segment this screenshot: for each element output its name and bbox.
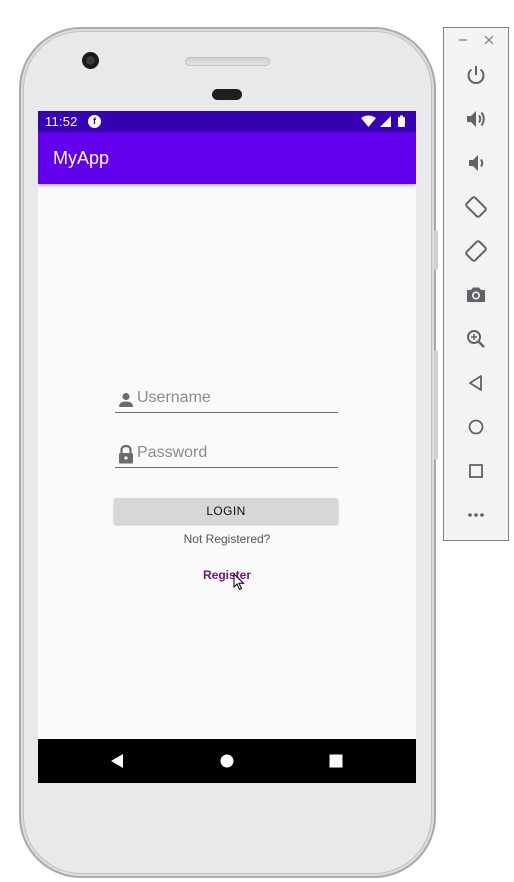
- camera-icon[interactable]: [464, 283, 488, 307]
- power-icon[interactable]: [464, 63, 488, 87]
- password-input[interactable]: [137, 441, 333, 465]
- recents-icon[interactable]: [329, 754, 343, 773]
- phone-chin: [38, 783, 416, 863]
- rotate-right-icon[interactable]: [464, 239, 488, 263]
- username-input[interactable]: [137, 386, 333, 410]
- username-field: [115, 386, 338, 413]
- status-bar: 11:52 f: [38, 111, 416, 132]
- phone-side-button-top: [434, 230, 438, 270]
- navigation-bar: [38, 739, 416, 783]
- home-icon[interactable]: [464, 415, 488, 439]
- emulator-toolbar: [443, 27, 509, 541]
- person-icon: [118, 392, 134, 413]
- volume-up-icon[interactable]: [464, 107, 488, 131]
- back-icon[interactable]: [110, 753, 124, 774]
- notification-app-icon: f: [88, 115, 101, 128]
- register-link[interactable]: Register: [38, 568, 416, 582]
- battery-icon: [398, 115, 405, 127]
- password-field: [115, 441, 338, 468]
- login-button[interactable]: LOGIN: [114, 498, 338, 524]
- status-time: 11:52: [45, 114, 78, 129]
- more-icon[interactable]: [464, 503, 488, 527]
- mouse-cursor-icon: [233, 572, 245, 596]
- status-icons: [361, 115, 409, 128]
- lock-icon: [118, 444, 134, 469]
- minimize-icon[interactable]: [458, 34, 468, 48]
- zoom-icon[interactable]: [464, 327, 488, 351]
- back-icon[interactable]: [464, 371, 488, 395]
- close-icon[interactable]: [484, 34, 494, 48]
- device-screen: 11:52 f MyApp Username LOGIN Not Registe…: [38, 111, 416, 783]
- not-registered-label: Not Registered?: [183, 532, 271, 546]
- app-bar: MyApp: [38, 132, 416, 184]
- cell-signal-icon: [380, 116, 391, 127]
- app-title: MyApp: [53, 148, 110, 168]
- volume-down-icon[interactable]: [464, 151, 488, 175]
- home-icon[interactable]: [220, 754, 234, 773]
- earpiece-speaker: [185, 57, 270, 66]
- wifi-icon: [361, 115, 376, 127]
- phone-side-button-bottom: [434, 350, 438, 460]
- proximity-sensor: [212, 89, 242, 100]
- rotate-left-icon[interactable]: [464, 195, 488, 219]
- front-camera: [82, 52, 99, 69]
- overview-icon[interactable]: [464, 459, 488, 483]
